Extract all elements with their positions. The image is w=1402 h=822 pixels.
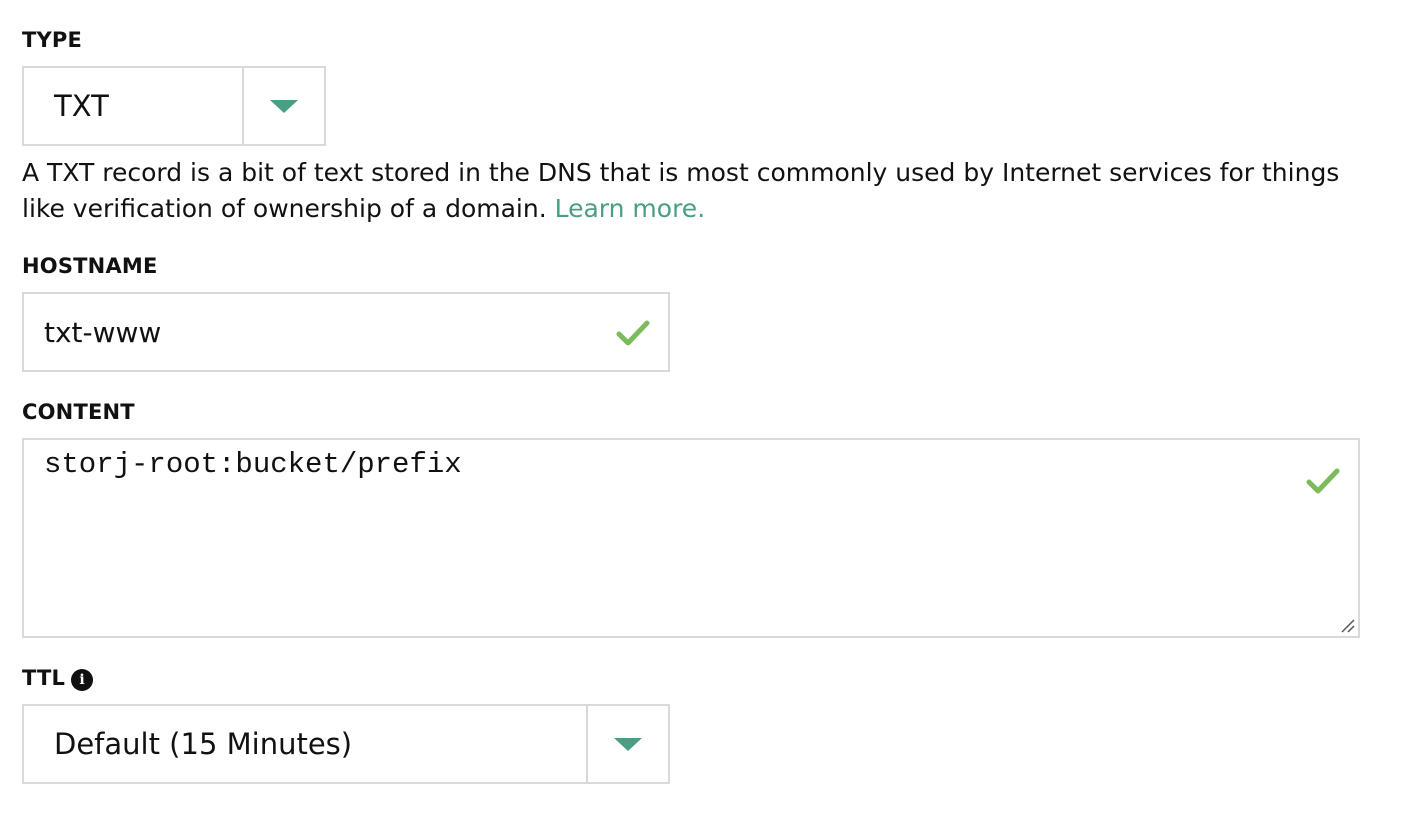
caret-down-icon — [614, 737, 642, 751]
content-label: CONTENT — [22, 400, 135, 424]
ttl-select-toggle[interactable] — [586, 706, 668, 782]
check-icon — [616, 320, 650, 346]
type-label: TYPE — [22, 28, 83, 52]
hostname-input[interactable]: txt-www — [22, 292, 670, 372]
ttl-select-value: Default (15 Minutes) — [54, 727, 353, 761]
hostname-input-value: txt-www — [44, 316, 162, 349]
content-textarea-value: storj-root:bucket/prefix — [44, 448, 462, 481]
type-select-toggle[interactable] — [242, 68, 324, 144]
resize-handle-icon[interactable] — [1340, 618, 1356, 634]
check-icon — [1306, 468, 1340, 494]
type-help-text: A TXT record is a bit of text stored in … — [22, 155, 1362, 227]
ttl-select[interactable]: Default (15 Minutes) — [22, 704, 670, 784]
type-select-value: TXT — [54, 89, 109, 123]
type-select[interactable]: TXT — [22, 66, 326, 146]
content-textarea[interactable]: storj-root:bucket/prefix — [22, 438, 1360, 638]
learn-more-link[interactable]: Learn more. — [555, 194, 706, 223]
hostname-label: HOSTNAME — [22, 254, 158, 278]
caret-down-icon — [270, 99, 298, 113]
info-icon[interactable]: i — [71, 669, 94, 691]
ttl-label: TTL i — [22, 666, 94, 691]
ttl-label-text: TTL — [22, 666, 66, 690]
